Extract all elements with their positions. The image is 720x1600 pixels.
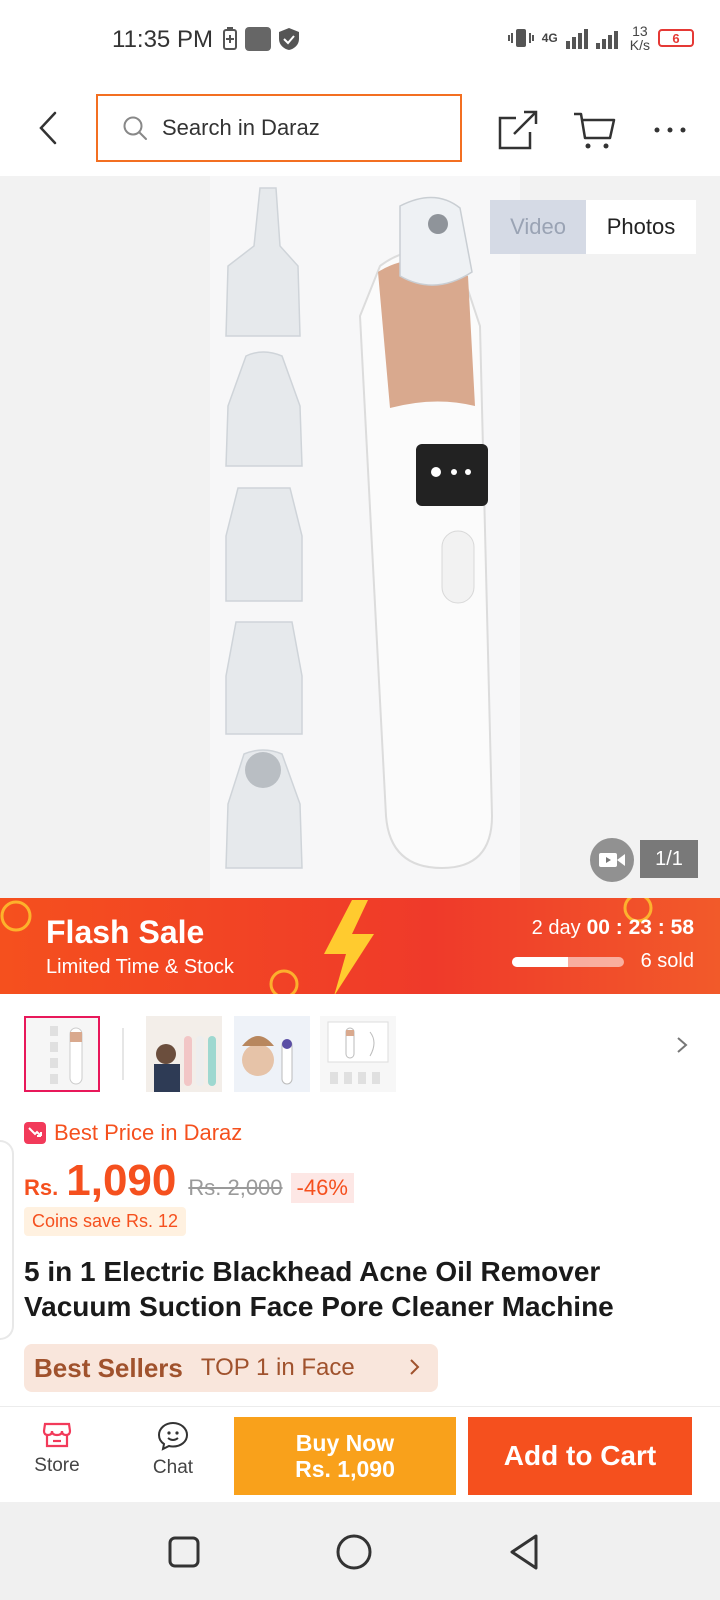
search-input[interactable]: Search in Daraz xyxy=(96,94,462,162)
chat-label: Chat xyxy=(152,1457,194,1478)
price-row: Rs. 1,090 Rs. 2,000 -46% xyxy=(24,1156,354,1206)
thumbnail-image xyxy=(26,1018,98,1090)
status-notification-icons xyxy=(222,26,300,52)
speed-unit: K/s xyxy=(629,37,650,53)
image-page-counter: 1/1 xyxy=(640,840,698,878)
flash-sale-banner[interactable]: Flash Sale Limited Time & Stock 2 day 00… xyxy=(0,898,720,994)
product-image xyxy=(210,176,520,898)
more-options-button[interactable] xyxy=(650,108,690,152)
shield-icon xyxy=(279,28,299,50)
best-price-label: Best Price in Daraz xyxy=(54,1120,243,1145)
recent-apps-icon[interactable] xyxy=(164,1532,204,1572)
battery-saver-icon xyxy=(223,27,237,50)
chevron-right-icon xyxy=(410,1359,420,1375)
chevron-right-icon xyxy=(677,1037,688,1053)
flash-sale-title: Flash Sale xyxy=(46,914,205,950)
thumbnail-2[interactable] xyxy=(146,1016,222,1092)
bottom-action-bar: Store Chat Buy Now Rs. 1,090 Add to Cart xyxy=(0,1406,720,1502)
cart-icon xyxy=(574,112,616,149)
price-original: Rs. 2,000 xyxy=(188,1175,283,1200)
thumbnail-strip xyxy=(0,1016,720,1100)
product-illustration xyxy=(225,187,494,870)
alarm-clock-icon xyxy=(269,969,299,994)
price-currency: Rs. xyxy=(24,1175,59,1200)
status-time: 11:35 PM xyxy=(112,26,213,53)
sold-progress-bar xyxy=(512,957,624,967)
chat-icon xyxy=(157,1421,189,1451)
thumbnail-image xyxy=(234,1016,310,1092)
side-drawer-handle[interactable] xyxy=(0,1140,14,1340)
bestsellers-rank: TOP 1 in Face xyxy=(200,1354,355,1381)
video-play-button[interactable] xyxy=(590,838,634,882)
lightning-icon xyxy=(324,900,374,994)
buy-now-label: Buy Now xyxy=(295,1430,395,1456)
thumbnail-image xyxy=(146,1016,222,1092)
countdown-days: 2 day xyxy=(531,917,581,939)
tab-video[interactable]: Video xyxy=(490,200,586,254)
status-bar: 11:35 PM 4G 13 K/s 6 xyxy=(0,0,720,80)
thumbnails-next-button[interactable] xyxy=(676,1036,700,1072)
countdown-clock: 00 : 23 : 58 xyxy=(586,916,694,939)
price-trend-icon xyxy=(24,1122,46,1144)
best-price-badge: Best Price in Daraz xyxy=(24,1120,242,1146)
buy-now-button[interactable]: Buy Now Rs. 1,090 xyxy=(234,1417,456,1495)
store-label: Store xyxy=(34,1455,80,1476)
chat-button[interactable]: Chat xyxy=(138,1421,208,1479)
network-speed: 13 K/s xyxy=(630,24,650,52)
bestsellers-banner[interactable]: Best Sellers TOP 1 in Face xyxy=(24,1344,438,1392)
search-placeholder: Search in Daraz xyxy=(162,115,320,140)
status-system-icons: 4G 13 K/s 6 xyxy=(507,24,694,52)
product-image-gallery[interactable]: Video Photos 1/1 xyxy=(0,176,720,898)
cart-button[interactable] xyxy=(572,108,616,152)
more-horizontal-icon xyxy=(654,127,686,133)
sold-count: 6 sold xyxy=(640,950,694,972)
thumbnail-image xyxy=(320,1016,396,1092)
store-button[interactable]: Store xyxy=(22,1421,92,1477)
tab-photos[interactable]: Photos xyxy=(586,200,696,254)
thumbnail-divider xyxy=(122,1028,124,1080)
app-icon xyxy=(245,27,271,51)
thumbnail-3[interactable] xyxy=(234,1016,310,1092)
share-button[interactable] xyxy=(496,108,540,152)
back-button[interactable] xyxy=(30,108,66,148)
speed-value: 13 xyxy=(632,23,648,39)
vibrate-icon xyxy=(507,29,534,47)
search-icon xyxy=(123,116,147,140)
price-discount: -46% xyxy=(290,1173,354,1203)
network-type: 4G xyxy=(541,31,558,45)
top-nav: Search in Daraz xyxy=(0,80,720,176)
thumbnail-4[interactable] xyxy=(320,1016,396,1092)
price-current: 1,090 xyxy=(66,1156,177,1205)
sold-progress-fill xyxy=(512,957,568,967)
product-title: 5 in 1 Electric Blackhead Acne Oil Remov… xyxy=(24,1256,614,1322)
thumbnail-1[interactable] xyxy=(24,1016,100,1092)
video-camera-icon xyxy=(599,853,625,867)
add-to-cart-button[interactable]: Add to Cart xyxy=(468,1417,692,1495)
battery-indicator: 6 xyxy=(658,29,694,47)
flash-sale-subtitle: Limited Time & Stock xyxy=(46,956,234,978)
buy-now-price: Rs. 1,090 xyxy=(295,1456,395,1482)
back-triangle-icon[interactable] xyxy=(504,1532,544,1572)
media-toggle: Video Photos xyxy=(490,200,696,254)
store-icon xyxy=(42,1422,72,1448)
bestsellers-badge: Best Sellers xyxy=(34,1352,183,1383)
signal-icon xyxy=(565,29,618,49)
chevron-left-icon xyxy=(39,111,57,145)
battery-level: 6 xyxy=(672,30,680,46)
share-icon xyxy=(498,110,538,150)
alarm-clock-icon xyxy=(0,900,32,932)
coins-save-badge[interactable]: Coins save Rs. 12 xyxy=(24,1207,187,1236)
flash-sale-countdown: 2 day 00 : 23 : 58 xyxy=(532,916,694,940)
home-icon[interactable] xyxy=(334,1532,374,1572)
system-navigation-bar xyxy=(0,1502,720,1600)
